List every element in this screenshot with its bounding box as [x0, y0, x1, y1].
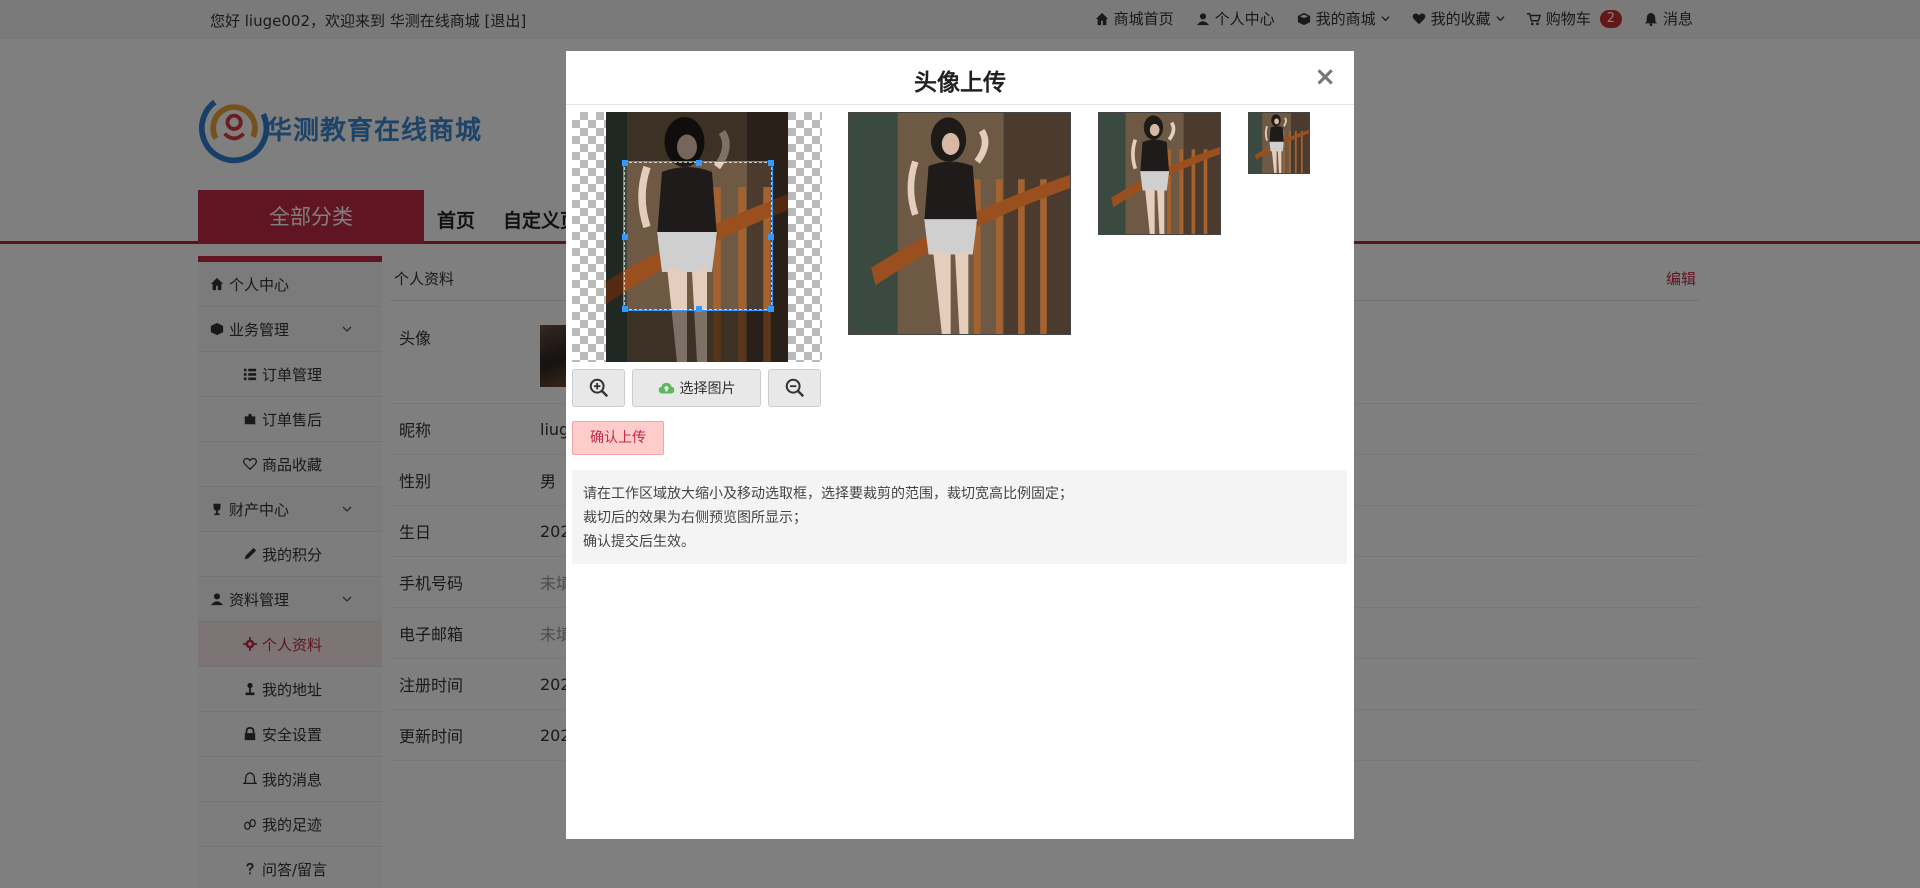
instruction-line: 确认提交后生效。	[583, 534, 695, 550]
modal-title: 头像上传	[914, 70, 1006, 96]
select-image-label: 选择图片	[679, 381, 736, 397]
close-icon[interactable]: ×	[1314, 63, 1336, 91]
crop-selection-box[interactable]	[622, 160, 774, 312]
crop-toolbar: 选择图片	[572, 369, 821, 407]
zoom-in-icon	[589, 378, 608, 398]
zoom-out-button[interactable]	[768, 369, 821, 407]
crop-mask	[772, 162, 788, 310]
crop-workspace[interactable]	[572, 112, 822, 362]
preview-medium-image	[1099, 113, 1220, 234]
preview-large-image	[849, 113, 1070, 334]
instruction-line: 裁切后的效果为右侧预览图所显示；	[583, 510, 807, 526]
instructions-box: 请在工作区域放大缩小及移动选取框，选择要裁剪的范围，裁切宽高比例固定； 裁切后的…	[572, 470, 1347, 564]
zoom-in-button[interactable]	[572, 369, 625, 407]
crop-handle[interactable]	[696, 306, 702, 312]
crop-handle[interactable]	[768, 306, 774, 312]
crop-handle[interactable]	[622, 306, 628, 312]
crop-handle[interactable]	[696, 160, 702, 166]
preview-small	[1248, 112, 1310, 174]
instruction-line: 请在工作区域放大缩小及移动选取框，选择要裁剪的范围，裁切宽高比例固定；	[583, 486, 1073, 502]
crop-handle[interactable]	[768, 160, 774, 166]
crop-mask	[606, 112, 788, 162]
avatar-upload-modal: 头像上传 × 选择图片 确认上传 请在工作区域放大缩小及移动选取框，选择要裁剪的…	[566, 51, 1354, 839]
preview-large	[848, 112, 1071, 335]
preview-small-image	[1249, 113, 1309, 173]
confirm-upload-button[interactable]: 确认上传	[572, 421, 664, 455]
preview-medium	[1098, 112, 1221, 235]
zoom-out-icon	[785, 378, 804, 398]
modal-header: 头像上传 ×	[566, 51, 1354, 105]
crop-handle[interactable]	[622, 234, 628, 240]
crop-handle[interactable]	[768, 234, 774, 240]
crop-mask	[606, 310, 788, 362]
select-image-button[interactable]: 选择图片	[632, 369, 761, 407]
crop-handle[interactable]	[622, 160, 628, 166]
cloud-upload-icon	[658, 382, 674, 393]
